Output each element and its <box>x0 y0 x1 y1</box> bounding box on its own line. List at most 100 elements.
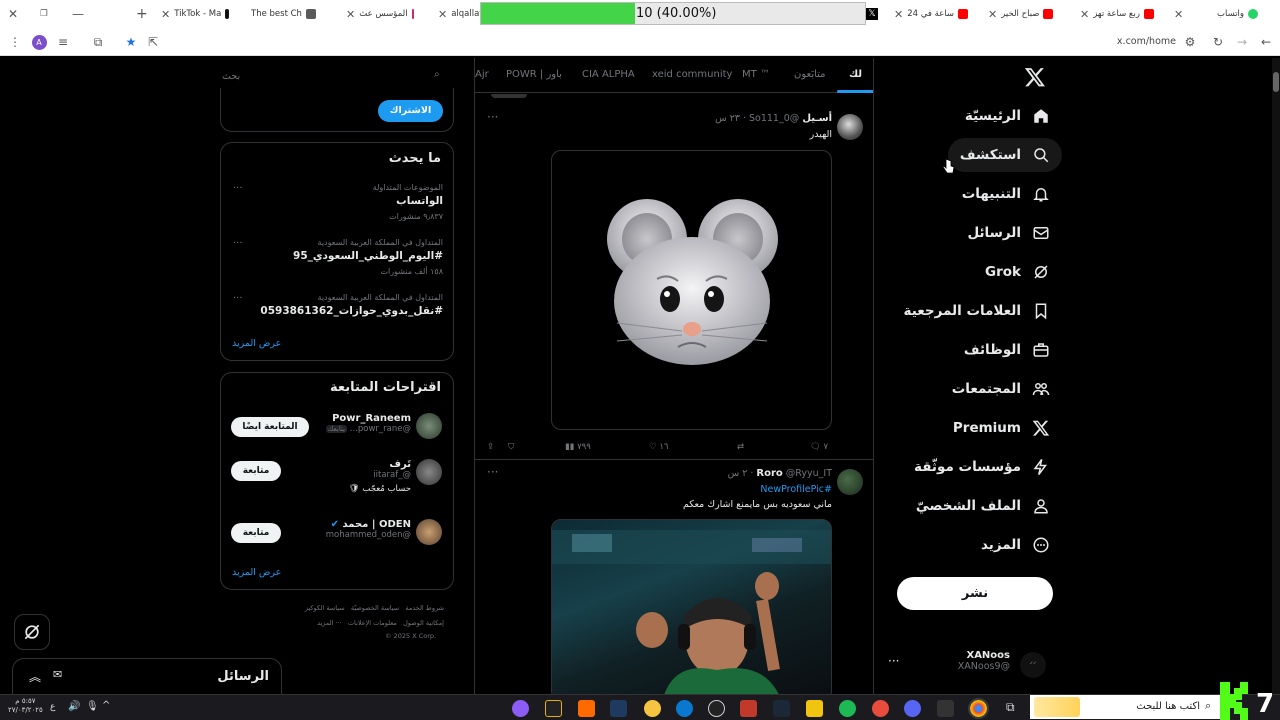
taskbar-app-icon[interactable] <box>740 700 757 717</box>
extensions-icon[interactable]: ⧉ <box>89 33 107 51</box>
spotify-app-icon[interactable] <box>839 700 856 717</box>
tweet-1[interactable]: أسـيل @So111_0 · ٢٣ س ··· الهيدر 🗨 ٧ ⇄ ♡… <box>475 104 873 460</box>
tab-cia-alpha[interactable]: CIA ALPHA <box>582 69 635 80</box>
post-button[interactable]: نشر <box>897 577 1053 610</box>
reload-icon[interactable]: ↻ <box>1209 33 1227 51</box>
trends-show-more[interactable]: عرض المزيد <box>232 338 281 349</box>
footer-link[interactable]: إمكانية الوصول <box>403 619 444 627</box>
tweet-avatar[interactable] <box>837 469 863 495</box>
account-more-icon[interactable]: ··· <box>888 654 899 668</box>
volume-icon[interactable]: 🔊 <box>68 701 80 712</box>
nav-item-people[interactable]: المجتمعات <box>940 372 1062 406</box>
follow-button[interactable]: متابعة <box>231 461 281 481</box>
tab-close-icon[interactable]: ✕ <box>438 8 447 21</box>
tab-close-icon[interactable]: ✕ <box>1080 8 1089 21</box>
account-switcher[interactable]: XANoos @XANoos9 <box>930 650 1010 672</box>
subscribe-button[interactable]: الاشتراك <box>378 100 443 122</box>
nav-item-person[interactable]: الملف الشخصيّ <box>904 489 1062 523</box>
x-logo-icon[interactable] <box>1024 66 1046 88</box>
nav-item-bell[interactable]: التنبيهات <box>950 177 1062 211</box>
bookmark-star-icon[interactable]: ★ <box>122 33 140 51</box>
browser-tab-rub[interactable]: ✕ ربع ساعة تهز <box>1074 0 1168 28</box>
share-icon[interactable]: ⇱ <box>144 33 162 51</box>
nav-item-search[interactable]: استكشف <box>947 138 1062 172</box>
expand-drawer-icon[interactable]: ︽ <box>29 668 41 685</box>
nav-item-bookmark[interactable]: العلامات المرجعية <box>892 294 1062 328</box>
trend-more-icon[interactable]: ··· <box>233 238 243 249</box>
footer-link[interactable]: معلومات الإعلانات <box>348 619 397 627</box>
discord-app-icon[interactable] <box>904 700 921 717</box>
steam-app-icon[interactable] <box>773 700 790 717</box>
taskbar-app-icon[interactable] <box>872 700 889 717</box>
tab-for-you[interactable]: لك <box>849 69 862 80</box>
follow-button[interactable]: متابعة <box>231 523 281 543</box>
tweet-hashtag[interactable]: #NewProfilePic <box>675 484 832 495</box>
url-field[interactable]: x.com/home <box>1080 36 1176 47</box>
new-tab-icon[interactable]: + <box>130 0 150 28</box>
retweet-icon[interactable]: ⇄ <box>737 442 744 452</box>
taskbar-search[interactable]: اكتب هنا للبحث ⌕ <box>1030 695 1220 719</box>
browser-tab-best-ch[interactable]: The best Ch <box>245 0 329 28</box>
window-close-icon[interactable]: ✕ <box>2 0 26 28</box>
trend-more-icon[interactable]: ··· <box>233 293 243 304</box>
footer-link[interactable]: سياسة الخصوصيّة <box>351 604 399 612</box>
reply-button[interactable]: 🗨 ٧ <box>810 442 828 452</box>
browser-tab-sabah[interactable]: ✕ صباح الخير <box>982 0 1074 28</box>
taskbar-clock[interactable]: ٥:٥٧ م ٢٧/٠٣/٢٠٢٥ <box>8 697 43 715</box>
nav-item-x-logo[interactable]: Premium <box>941 411 1062 445</box>
tweet-time[interactable]: ٢٣ س <box>715 113 740 124</box>
window-restore-icon[interactable]: ❐ <box>34 0 56 28</box>
forward-icon[interactable]: → <box>1233 33 1251 51</box>
tray-chevron-icon[interactable]: ^ <box>102 700 110 711</box>
nav-item-lightning[interactable]: مؤسسات موثّقة <box>902 450 1062 484</box>
tweet-handle[interactable]: @Ryyu_IT <box>786 468 832 479</box>
browser-tab-24h[interactable]: ✕ 24 ساعة في <box>888 0 982 28</box>
tab-xeid-community[interactable]: xeid community <box>652 69 732 80</box>
tab-following[interactable]: متابَعون <box>794 69 826 80</box>
file-explorer-icon[interactable] <box>806 700 823 717</box>
footer-link[interactable]: ··· المزيد <box>317 619 342 627</box>
tweet-author-name[interactable]: أسـيل <box>802 113 832 124</box>
menu-dots-icon[interactable]: ⋮ <box>6 33 24 51</box>
site-settings-icon[interactable]: ⚙ <box>1181 33 1199 51</box>
window-minimize-icon[interactable]: — <box>66 0 88 28</box>
tab-close-icon[interactable]: ✕ <box>161 8 170 21</box>
taskbar-app-icon[interactable] <box>708 700 725 717</box>
tweet-author-name[interactable]: Roro <box>756 468 782 479</box>
microphone-icon[interactable]: 🎙 <box>86 701 99 712</box>
tweet-2[interactable]: Roro @Ryyu_IT · ٢ س ··· #NewProfilePic م… <box>475 461 873 694</box>
nav-item-more-circle[interactable]: المزيد <box>969 528 1062 562</box>
back-icon[interactable]: ← <box>1257 33 1275 51</box>
avatar[interactable] <box>416 459 442 485</box>
avatar[interactable] <box>416 413 442 439</box>
messages-drawer[interactable]: الرسائل ︽ ✉ <box>12 658 282 694</box>
scrollbar-thumb[interactable] <box>1273 72 1279 92</box>
browser-tab-moasis[interactable]: ✕ المؤسس عث <box>340 0 420 28</box>
tweet-more-icon[interactable]: ··· <box>487 110 498 124</box>
follow-suggestion[interactable]: Powr_Raneem @powr_rane... يتابعك المتابع… <box>221 411 455 447</box>
tweet-media-photo[interactable] <box>551 519 832 694</box>
avatar[interactable] <box>416 519 442 545</box>
new-message-icon[interactable]: ✉ <box>53 668 62 681</box>
tab-ajr[interactable]: Ajr <box>475 69 489 80</box>
trend-item[interactable]: المتداول في المملكة العربية السعودية #ال… <box>221 238 455 290</box>
search-input[interactable] <box>222 65 427 87</box>
chrome-app-icon[interactable] <box>968 698 989 719</box>
taskbar-app-icon[interactable] <box>644 700 661 717</box>
follow-show-more[interactable]: عرض المزيد <box>232 567 281 578</box>
taskbar-app-icon[interactable] <box>937 700 954 717</box>
tab-close-icon[interactable]: ✕ <box>894 8 903 21</box>
trend-item[interactable]: الموضوعات المتداولة الواتساب ٩٫٨٣٧ منشور… <box>221 183 455 235</box>
follow-suggestion[interactable]: تَرف @_iitaraf حساب مُعجّب 🛡 متابعة <box>221 457 455 505</box>
nav-item-briefcase[interactable]: الوظائف <box>952 333 1062 367</box>
like-button[interactable]: ♡ ١٦ <box>649 442 668 452</box>
tab-close-icon[interactable]: ✕ <box>988 8 997 21</box>
tab-close-icon[interactable]: ✕ <box>346 8 355 21</box>
taskbar-app-icon[interactable] <box>512 700 529 717</box>
footer-link[interactable]: شروط الخدمة <box>405 604 444 612</box>
task-view-icon[interactable]: ⧉ <box>1006 700 1015 715</box>
edge-app-icon[interactable] <box>676 700 693 717</box>
nav-item-mail[interactable]: الرسائل <box>955 216 1062 250</box>
tweet-more-icon[interactable]: ··· <box>487 465 498 479</box>
grok-floating-button[interactable] <box>14 614 50 650</box>
